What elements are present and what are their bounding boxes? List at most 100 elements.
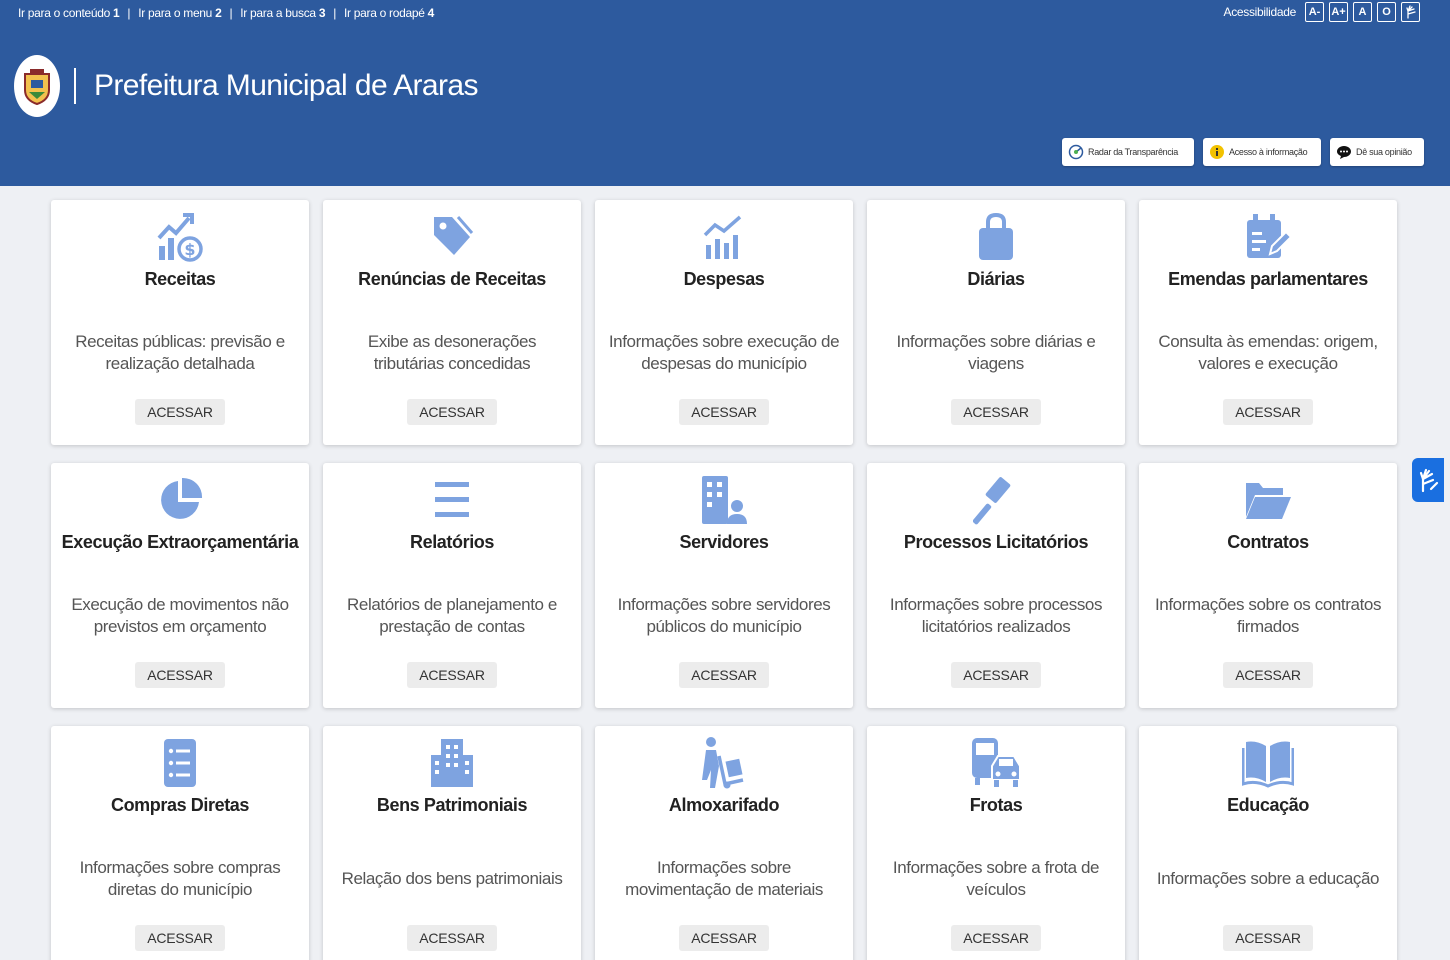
hand-icon [1405,5,1416,19]
card-despesas[interactable]: Despesas Informações sobre execução de d… [595,200,853,445]
acesso-informacao-button[interactable]: Acesso à informação [1203,138,1321,166]
card-description: Informações sobre execução de despesas d… [608,332,840,373]
brand[interactable]: Prefeitura Municipal de Araras [14,55,478,117]
city-crest-icon [14,55,60,117]
card-title: Receitas [144,269,216,289]
building-user-icon [697,473,751,527]
card-renuncias-de-receitas[interactable]: Renúncias de Receitas Exibe as desoneraç… [323,200,581,445]
card-description: Consulta às emendas: origem, valores e e… [1158,332,1378,373]
access-button[interactable]: ACESSAR [951,399,1041,425]
access-button[interactable]: ACESSAR [679,399,769,425]
card-title: Servidores [679,532,769,552]
access-button[interactable]: ACESSAR [407,662,497,688]
card-processos-licitatorios[interactable]: Processos Licitatórios Informações sobre… [867,463,1125,708]
card-description: Informações sobre a frota de veículos [892,858,1100,899]
card-contratos[interactable]: Contratos Informações sobre os contratos… [1139,463,1397,708]
card-title: Emendas parlamentares [1168,269,1368,289]
card-diarias[interactable]: Diárias Informações sobre diárias e viag… [867,200,1125,445]
contrast-button[interactable]: O [1377,2,1396,22]
tags-icon [425,210,479,264]
card-title: Renúncias de Receitas [358,269,546,289]
info-icon [1210,145,1224,159]
radar-transparencia-button[interactable]: Radar da Transparência [1062,138,1194,166]
sign-language-hands-icon [1419,468,1439,493]
card-bens-patrimoniais[interactable]: Bens Patrimoniais Relação dos bens patri… [323,726,581,960]
building-icon [425,736,479,790]
sign-language-button[interactable] [1401,2,1420,22]
skip-link-search[interactable]: Ir para a busca 3 [240,6,325,20]
access-button[interactable]: ACESSAR [1223,399,1313,425]
card-compras-diretas[interactable]: Compras Diretas Informações sobre compra… [51,726,309,960]
calendar-edit-icon [1241,210,1295,264]
services-grid: $ Receitas Receitas públicas: previsão e… [51,200,1397,960]
card-description: Informações sobre processos licitatórios… [889,595,1103,636]
skip-links: Ir para o conteúdo 1 | Ir para o menu 2 | … [18,6,434,20]
card-title: Educação [1227,795,1309,815]
access-button[interactable]: ACESSAR [951,925,1041,951]
svg-text:$: $ [184,240,195,259]
font-decrease-button[interactable]: A- [1305,2,1324,22]
radar-icon [1068,144,1084,160]
font-increase-button[interactable]: A+ [1329,2,1348,22]
card-description: Relação dos bens patrimoniais [341,869,563,888]
card-description: Informações sobre os contratos firmados [1154,595,1382,636]
card-title: Compras Diretas [110,795,250,815]
card-description: Receitas públicas: previsão e realização… [75,332,285,373]
revenue-chart-icon: $ [153,210,207,264]
card-description: Exibe as desonerações tributárias conced… [367,332,537,373]
access-button[interactable]: ACESSAR [679,925,769,951]
card-title: Diárias [967,269,1025,289]
separator: | [333,6,337,20]
shopping-bag-icon [969,210,1023,264]
chat-bubble-icon [1337,146,1351,159]
card-title: Relatórios [409,532,495,552]
pie-chart-icon [153,473,207,527]
skip-link-content[interactable]: Ir para o conteúdo 1 [18,6,120,20]
open-book-icon [1241,736,1295,790]
access-button[interactable]: ACESSAR [407,399,497,425]
card-servidores[interactable]: Servidores Informações sobre servidores … [595,463,853,708]
access-button[interactable]: ACESSAR [135,399,225,425]
access-button[interactable]: ACESSAR [679,662,769,688]
card-description: Informações sobre compras diretas do mun… [79,858,281,899]
access-button[interactable]: ACESSAR [1223,662,1313,688]
card-description: Informações sobre a educação [1156,869,1380,888]
card-description: Relatórios de planejamento e prestação d… [347,595,557,636]
card-title: Frotas [969,795,1023,815]
gavel-icon [969,473,1023,527]
quick-links: Radar da Transparência Acesso à informaç… [1062,138,1424,166]
font-reset-button[interactable]: A [1353,2,1372,22]
access-button[interactable]: ACESSAR [135,925,225,951]
card-receitas[interactable]: $ Receitas Receitas públicas: previsão e… [51,200,309,445]
card-execucao-extraorcamentaria[interactable]: Execução Extraorçamentária Execução de m… [51,463,309,708]
vlibras-widget-button[interactable] [1412,458,1444,502]
skip-link-footer[interactable]: Ir para o rodapé 4 [344,6,434,20]
site-header: Ir para o conteúdo 1 | Ir para o menu 2 | … [0,0,1450,186]
access-button[interactable]: ACESSAR [135,662,225,688]
person-dolly-icon [697,736,751,790]
card-title: Execução Extraorçamentária [61,532,299,552]
skip-link-menu[interactable]: Ir para o menu 2 [138,6,222,20]
accessibility-bar: Acessibilidade A- A+ A O [1223,2,1420,22]
card-almoxarifado[interactable]: Almoxarifado Informações sobre movimenta… [595,726,853,960]
page-title: Prefeitura Municipal de Araras [94,69,478,102]
card-frotas[interactable]: Frotas Informações sobre a frota de veíc… [867,726,1125,960]
separator: | [127,6,131,20]
accessibility-label: Acessibilidade [1223,5,1296,19]
card-title: Almoxarifado [668,795,780,815]
card-emendas-parlamentares[interactable]: Emendas parlamentares Consulta às emenda… [1139,200,1397,445]
access-button[interactable]: ACESSAR [1223,925,1313,951]
vehicles-icon [969,736,1023,790]
access-button[interactable]: ACESSAR [951,662,1041,688]
card-title: Despesas [683,269,765,289]
card-relatorios[interactable]: Relatórios Relatórios de planejamento e … [323,463,581,708]
access-button[interactable]: ACESSAR [407,925,497,951]
de-sua-opiniao-button[interactable]: Dê sua opinião [1330,138,1424,166]
menu-lines-icon [425,473,479,527]
card-title: Processos Licitatórios [903,532,1089,552]
chart-line-icon [697,210,751,264]
list-document-icon [153,736,207,790]
card-educacao[interactable]: Educação Informações sobre a educação AC… [1139,726,1397,960]
card-description: Informações sobre diárias e viagens [896,332,1096,373]
card-title: Contratos [1227,532,1309,552]
